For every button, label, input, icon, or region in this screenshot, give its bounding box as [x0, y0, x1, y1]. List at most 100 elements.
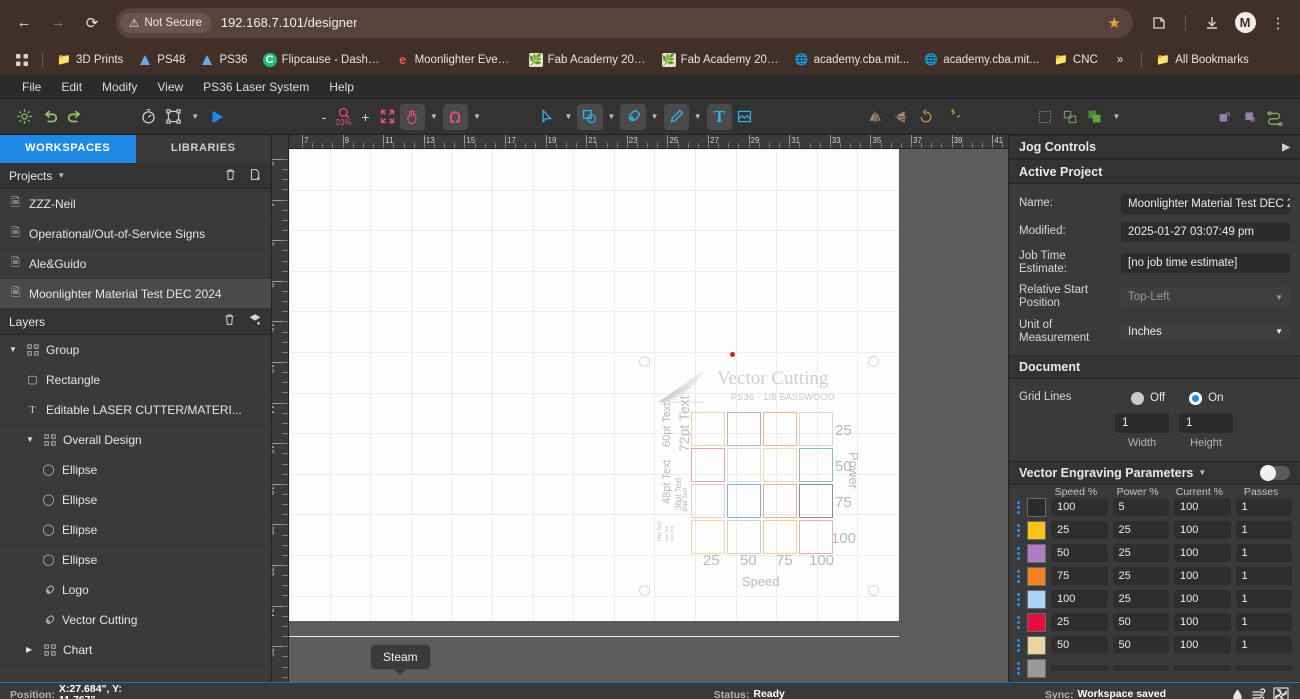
- color-swatch[interactable]: [1027, 520, 1046, 540]
- grid-width-input[interactable]: 1: [1115, 412, 1169, 433]
- flip-horizontal-icon[interactable]: [863, 104, 888, 130]
- test-cell[interactable]: [691, 520, 725, 554]
- chevron-down-icon[interactable]: ▼: [9, 345, 19, 354]
- drag-handle-icon[interactable]: [1017, 661, 1022, 675]
- color-swatch[interactable]: [1027, 497, 1046, 517]
- pen-dropdown-caret[interactable]: ▼: [646, 112, 664, 121]
- drag-handle-icon[interactable]: [1017, 569, 1022, 583]
- not-secure-badge[interactable]: ⚠ Not Secure: [120, 12, 211, 33]
- zoom-out-button[interactable]: -: [316, 109, 331, 125]
- current-input[interactable]: 100: [1174, 636, 1231, 655]
- speed-input[interactable]: [1051, 665, 1108, 672]
- chevron-right-icon[interactable]: ▶: [26, 645, 36, 654]
- layer-item-overall-design[interactable]: ▼ Overall Design: [0, 425, 271, 455]
- vector-param-row[interactable]: 100 25 100 1: [1017, 589, 1292, 609]
- frame-bounds-icon[interactable]: [161, 104, 186, 130]
- frame-dropdown-caret[interactable]: ▼: [186, 112, 204, 121]
- chevron-down-icon[interactable]: ▼: [26, 435, 36, 444]
- test-cell[interactable]: [727, 484, 761, 518]
- speed-input[interactable]: 50: [1051, 544, 1108, 563]
- speed-input[interactable]: 25: [1051, 613, 1108, 632]
- speed-input[interactable]: 25: [1051, 521, 1108, 540]
- jog-controls-header[interactable]: Jog Controls ▶: [1009, 135, 1300, 160]
- path-node-icon[interactable]: [1263, 104, 1288, 130]
- current-input[interactable]: [1174, 665, 1231, 672]
- project-item-zzz-neil[interactable]: 🗎 ZZZ-Neil: [0, 189, 271, 219]
- power-input[interactable]: 25: [1112, 590, 1169, 609]
- draw-pencil-icon[interactable]: [663, 103, 689, 130]
- current-input[interactable]: 100: [1174, 498, 1231, 517]
- color-swatch[interactable]: [1027, 612, 1046, 632]
- air-assist-icon[interactable]: [1248, 684, 1270, 699]
- undo-icon[interactable]: [37, 104, 62, 130]
- passes-input[interactable]: 1: [1235, 590, 1292, 609]
- drag-handle-icon[interactable]: [1017, 523, 1022, 537]
- artwork-group[interactable]: Vector Cutting PS36 - 1/8 BASSWOOD 48pt …: [635, 352, 883, 600]
- align-icon[interactable]: [1032, 104, 1057, 130]
- vertical-ruler[interactable]: 2468101214161820222426: [272, 135, 289, 682]
- current-input[interactable]: 100: [1174, 567, 1231, 586]
- shape-dropdown-caret[interactable]: ▼: [603, 112, 621, 121]
- design-canvas[interactable]: Vector Cutting PS36 - 1/8 BASSWOOD 48pt …: [272, 135, 1008, 682]
- test-cell[interactable]: [799, 448, 833, 482]
- passes-input[interactable]: [1235, 665, 1292, 672]
- layer-item-logo[interactable]: Logo: [0, 575, 271, 605]
- color-swatch[interactable]: [1027, 566, 1046, 586]
- profile-avatar[interactable]: M: [1233, 11, 1257, 35]
- test-cell[interactable]: [763, 412, 797, 446]
- drag-handle-icon[interactable]: [1017, 615, 1022, 629]
- address-bar[interactable]: ⚠ Not Secure 192.168.7.101/designer ★: [116, 7, 1133, 38]
- canvas-sheet[interactable]: Vector Cutting PS36 - 1/8 BASSWOOD 48pt …: [289, 149, 899, 638]
- distribute-icon[interactable]: [1057, 104, 1082, 130]
- horizontal-ruler[interactable]: 7911131517192123252729313335373941in: [272, 135, 1008, 149]
- power-input[interactable]: 50: [1112, 613, 1169, 632]
- menu-modify[interactable]: Modify: [92, 77, 147, 97]
- vector-param-row[interactable]: 50 25 100 1: [1017, 543, 1292, 563]
- project-item-moonlighter-material-test[interactable]: 🗎 Moonlighter Material Test DEC 2024: [0, 279, 271, 309]
- speed-input[interactable]: 50: [1051, 636, 1108, 655]
- rotate-ccw-icon[interactable]: [914, 104, 939, 130]
- bookmark-cnc[interactable]: 📁 CNC: [1048, 50, 1104, 70]
- power-input[interactable]: 5: [1112, 498, 1169, 517]
- layer-item-ellipse-1[interactable]: ◯ Ellipse: [0, 455, 271, 485]
- menu-view[interactable]: View: [147, 77, 193, 97]
- test-cell[interactable]: [691, 448, 725, 482]
- start-position-select[interactable]: Top-Left ▼: [1121, 287, 1290, 308]
- test-cell[interactable]: [727, 448, 761, 482]
- select-arrow-icon[interactable]: [534, 104, 559, 130]
- color-swatch[interactable]: [1027, 635, 1046, 655]
- drag-handle-icon[interactable]: [1017, 592, 1022, 606]
- layer-item-ellipse-4[interactable]: ◯ Ellipse: [0, 545, 271, 575]
- color-swatch[interactable]: [1027, 658, 1046, 678]
- gear-icon[interactable]: [12, 104, 37, 130]
- vector-params-toggle[interactable]: [1260, 464, 1290, 481]
- test-cell[interactable]: [799, 520, 833, 554]
- all-bookmarks-button[interactable]: 📁 All Bookmarks: [1150, 50, 1255, 70]
- test-cell[interactable]: [691, 484, 725, 518]
- flip-vertical-icon[interactable]: [889, 104, 914, 130]
- drag-handle-icon[interactable]: [1017, 638, 1022, 652]
- vector-param-row[interactable]: 100 5 100 1: [1017, 497, 1292, 517]
- passes-input[interactable]: 1: [1235, 498, 1292, 517]
- layer-item-editable-text[interactable]: T Editable LASER CUTTER/MATERI...: [0, 395, 271, 425]
- bookmark-academy-cba-1[interactable]: 🌐 academy.cba.mit...: [789, 50, 916, 70]
- name-value[interactable]: Moonlighter Material Test DEC 202: [1121, 193, 1290, 214]
- rotate-cw-icon[interactable]: [939, 104, 964, 130]
- three-dot-menu-icon[interactable]: ⋮: [1266, 11, 1290, 35]
- layer-item-ellipse-2[interactable]: ◯ Ellipse: [0, 485, 271, 515]
- back-icon[interactable]: ←: [10, 9, 38, 37]
- arrange-bring-forward-icon[interactable]: [1213, 104, 1238, 130]
- color-swatch[interactable]: [1027, 589, 1046, 609]
- power-input[interactable]: [1112, 665, 1169, 672]
- chevron-right-icon[interactable]: ▶: [1282, 142, 1290, 153]
- play-run-icon[interactable]: [204, 104, 229, 130]
- exhaust-fan-icon[interactable]: [1270, 684, 1292, 699]
- passes-input[interactable]: 1: [1235, 544, 1292, 563]
- bookmark-ps36[interactable]: PS36: [194, 50, 253, 70]
- reload-icon[interactable]: ⟳: [78, 9, 106, 37]
- test-cell[interactable]: [727, 520, 761, 554]
- new-file-icon[interactable]: [249, 168, 262, 184]
- layer-item-chart[interactable]: ▶ Chart: [0, 635, 271, 665]
- drag-handle-icon[interactable]: [1017, 546, 1022, 560]
- bookmarks-overflow-button[interactable]: »: [1107, 51, 1133, 69]
